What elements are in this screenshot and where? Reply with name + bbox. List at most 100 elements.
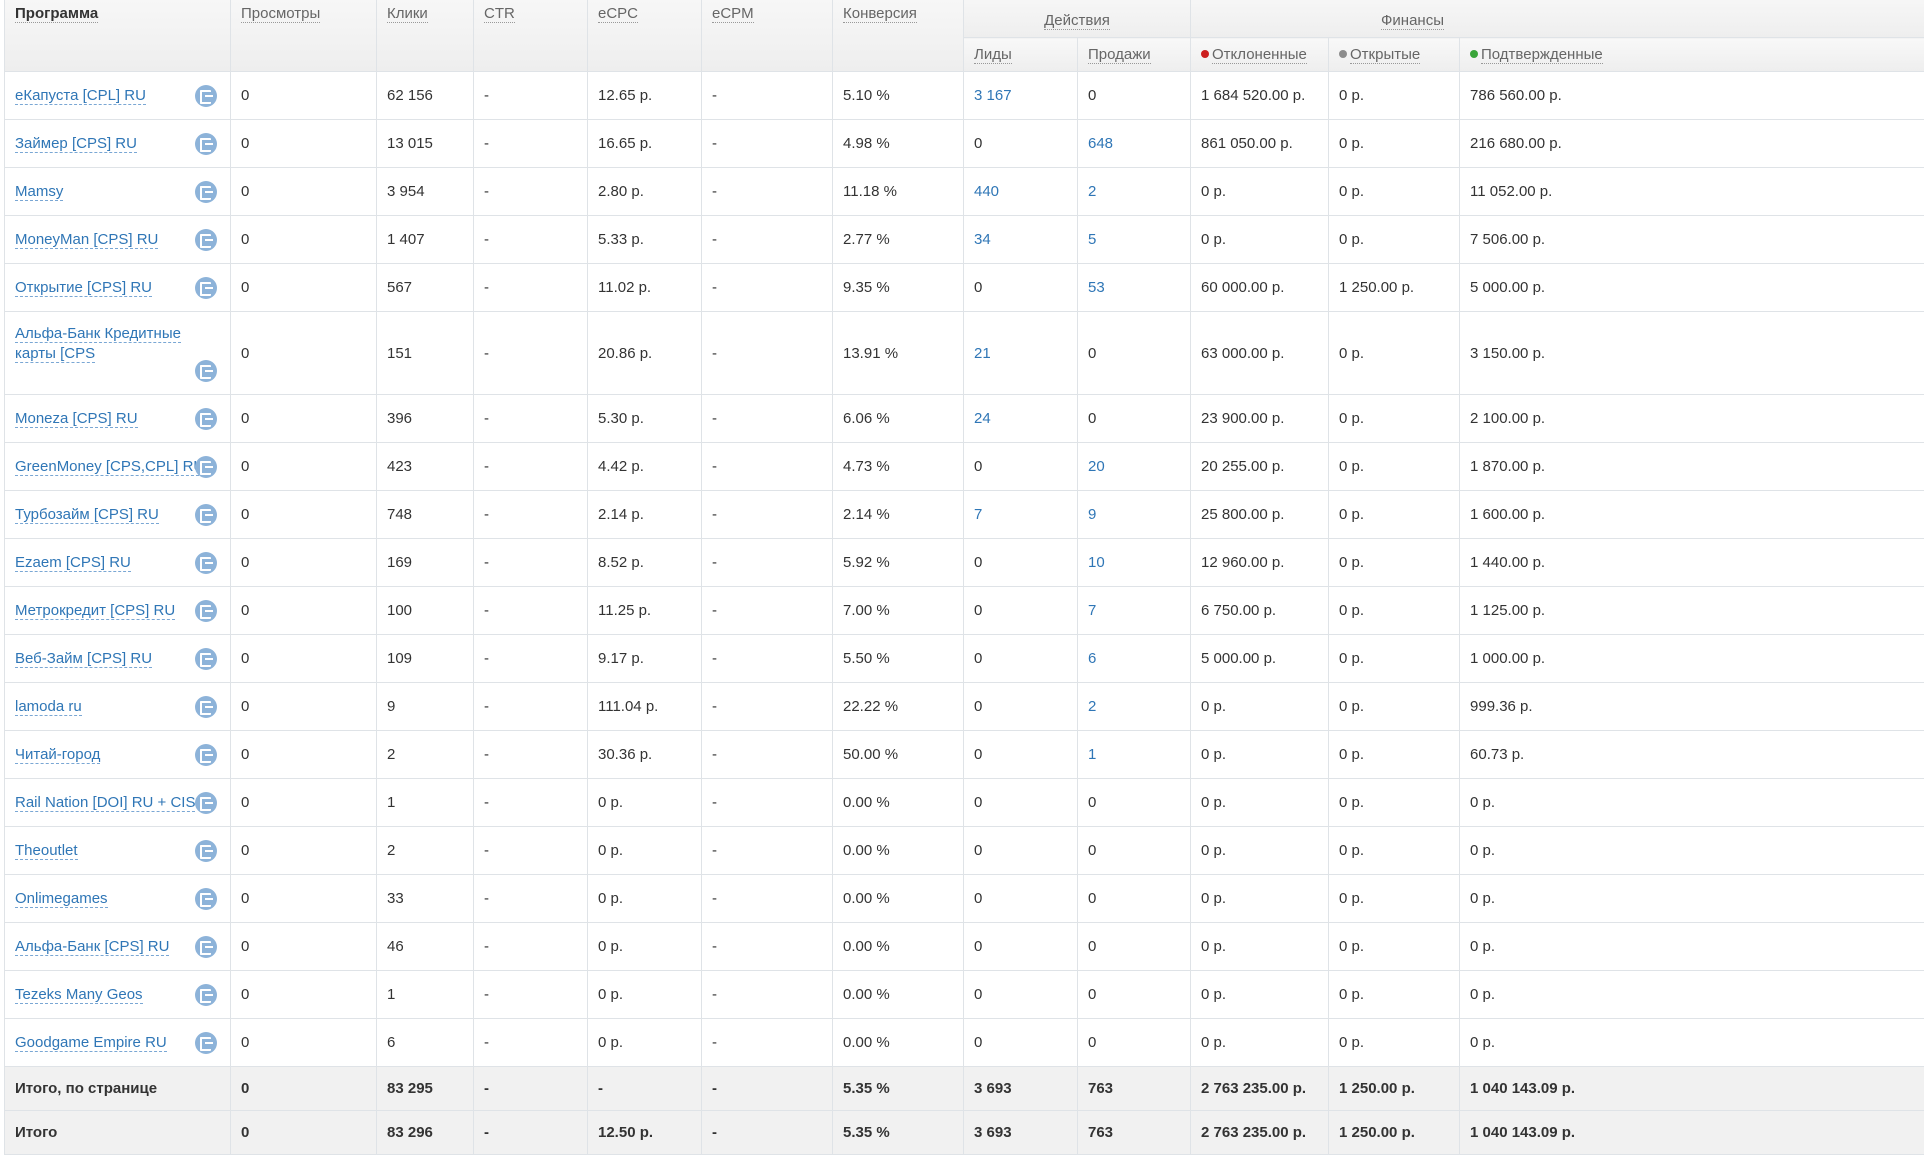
program-link[interactable]: Tezeks Many Geos — [15, 986, 143, 1004]
cell-clicks: 33 — [377, 875, 474, 923]
col-conversion[interactable]: Конверсия — [833, 0, 964, 72]
leads-link[interactable]: 24 — [974, 410, 991, 427]
program-login-icon[interactable] — [195, 1032, 217, 1054]
leads-link[interactable]: 21 — [974, 345, 991, 362]
cell-ctr: - — [474, 312, 588, 395]
program-link[interactable]: Goodgame Empire RU — [15, 1034, 167, 1052]
sales-link[interactable]: 20 — [1088, 458, 1105, 475]
sales-link[interactable]: 2 — [1088, 183, 1096, 200]
sales-link[interactable]: 2 — [1088, 698, 1096, 715]
program-login-icon[interactable] — [195, 792, 217, 814]
cell-ctr: - — [474, 827, 588, 875]
leads-link[interactable]: 440 — [974, 183, 999, 200]
total-rejected: 2 763 235.00 р. — [1191, 1067, 1329, 1111]
sales-link[interactable]: 648 — [1088, 135, 1113, 152]
col-leads[interactable]: Лиды — [964, 38, 1078, 72]
leads-link[interactable]: 7 — [974, 506, 982, 523]
cell-ctr: - — [474, 443, 588, 491]
cell-sales: 0 — [1078, 72, 1191, 120]
cell-confirmed: 1 000.00 р. — [1460, 635, 1924, 683]
program-link[interactable]: GreenMoney [CPS,CPL] RU — [15, 458, 204, 476]
total-views: 0 — [231, 1067, 377, 1111]
totals-label: Итого, по странице — [5, 1067, 231, 1111]
program-login-icon[interactable] — [195, 85, 217, 107]
total-open: 1 250.00 р. — [1329, 1111, 1460, 1155]
cell-open: 0 р. — [1329, 635, 1460, 683]
sales-link[interactable]: 1 — [1088, 746, 1096, 763]
program-link[interactable]: Moneza [CPS] RU — [15, 410, 138, 428]
program-link[interactable]: Rail Nation [DOI] RU + CIS — [15, 794, 195, 812]
program-login-icon[interactable] — [195, 277, 217, 299]
cell-confirmed: 216 680.00 р. — [1460, 120, 1924, 168]
sales-link[interactable]: 5 — [1088, 231, 1096, 248]
program-link[interactable]: Альфа-Банк Кредитные карты [CPS — [15, 325, 181, 363]
col-views[interactable]: Просмотры — [231, 0, 377, 72]
total-confirmed: 1 040 143.09 р. — [1460, 1067, 1924, 1111]
col-ecpc[interactable]: eCPC — [588, 0, 702, 72]
leads-link[interactable]: 34 — [974, 231, 991, 248]
program-link[interactable]: Метрокредит [CPS] RU — [15, 602, 175, 620]
sales-link[interactable]: 53 — [1088, 279, 1105, 296]
program-login-icon[interactable] — [195, 181, 217, 203]
program-login-icon[interactable] — [195, 552, 217, 574]
program-link[interactable]: Альфа-Банк [CPS] RU — [15, 938, 169, 956]
program-login-icon[interactable] — [195, 229, 217, 251]
program-login-icon[interactable] — [195, 744, 217, 766]
col-ecpm[interactable]: eCPM — [702, 0, 833, 72]
cell-views: 0 — [231, 168, 377, 216]
program-link[interactable]: Theoutlet — [15, 842, 78, 860]
col-clicks[interactable]: Клики — [377, 0, 474, 72]
program-login-icon[interactable] — [195, 133, 217, 155]
table-row: Займер [CPS] RU013 015-16.65 р.-4.98 %06… — [5, 120, 1924, 168]
cell-views: 0 — [231, 72, 377, 120]
program-link[interactable]: Onlimegames — [15, 890, 108, 908]
program-login-icon[interactable] — [195, 408, 217, 430]
cell-conv: 0.00 % — [833, 1019, 964, 1067]
col-confirmed[interactable]: Подтвержденные — [1460, 38, 1924, 72]
program-login-icon[interactable] — [195, 456, 217, 478]
cell-sales: 0 — [1078, 827, 1191, 875]
program-link[interactable]: еКапуста [CPL] RU — [15, 87, 146, 105]
program-login-icon[interactable] — [195, 840, 217, 862]
program-login-icon[interactable] — [195, 984, 217, 1006]
cell-sales: 2 — [1078, 683, 1191, 731]
program-link[interactable]: Открытие [CPS] RU — [15, 279, 152, 297]
program-login-icon[interactable] — [195, 600, 217, 622]
cell-rejected: 6 750.00 р. — [1191, 587, 1329, 635]
program-login-icon[interactable] — [195, 696, 217, 718]
program-link[interactable]: Займер [CPS] RU — [15, 135, 137, 153]
program-login-icon[interactable] — [195, 504, 217, 526]
program-link[interactable]: Веб-Займ [CPS] RU — [15, 650, 152, 668]
cell-ecpm: - — [702, 971, 833, 1019]
program-login-icon[interactable] — [195, 888, 217, 910]
cell-rejected: 20 255.00 р. — [1191, 443, 1329, 491]
col-rejected[interactable]: Отклоненные — [1191, 38, 1329, 72]
program-link[interactable]: Mamsy — [15, 183, 63, 201]
cell-confirmed: 7 506.00 р. — [1460, 216, 1924, 264]
program-link[interactable]: Турбозайм [CPS] RU — [15, 506, 159, 524]
program-login-icon[interactable] — [195, 360, 217, 382]
sales-link[interactable]: 6 — [1088, 650, 1096, 667]
program-login-icon[interactable] — [195, 648, 217, 670]
leads-link[interactable]: 3 167 — [974, 87, 1012, 104]
col-sales[interactable]: Продажи — [1078, 38, 1191, 72]
cell-ecpm: - — [702, 264, 833, 312]
cell-program: Турбозайм [CPS] RU — [5, 491, 231, 539]
cell-sales: 0 — [1078, 971, 1191, 1019]
program-link[interactable]: MoneyMan [CPS] RU — [15, 231, 158, 249]
col-program[interactable]: Программа — [5, 0, 231, 72]
cell-rejected: 0 р. — [1191, 779, 1329, 827]
sales-link[interactable]: 9 — [1088, 506, 1096, 523]
sales-link[interactable]: 7 — [1088, 602, 1096, 619]
program-link[interactable]: Читай-город — [15, 746, 100, 764]
col-ctr[interactable]: CTR — [474, 0, 588, 72]
sales-link[interactable]: 10 — [1088, 554, 1105, 571]
program-link[interactable]: lamoda ru — [15, 698, 82, 716]
col-open[interactable]: Открытые — [1329, 38, 1460, 72]
program-link[interactable]: Ezaem [CPS] RU — [15, 554, 131, 572]
cell-ecpc: 2.80 р. — [588, 168, 702, 216]
cell-confirmed: 2 100.00 р. — [1460, 395, 1924, 443]
cell-clicks: 1 407 — [377, 216, 474, 264]
cell-sales: 0 — [1078, 395, 1191, 443]
program-login-icon[interactable] — [195, 936, 217, 958]
